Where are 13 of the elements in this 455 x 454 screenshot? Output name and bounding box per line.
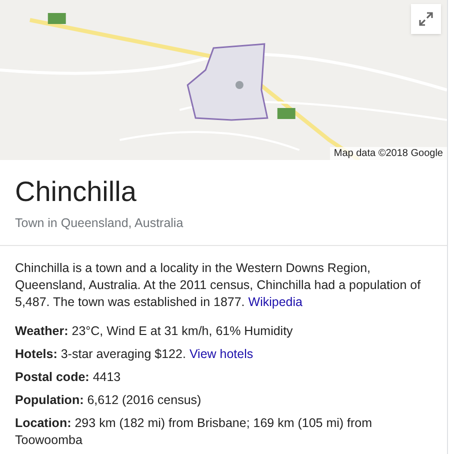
place-subtitle: Town in Queensland, Australia — [15, 215, 184, 232]
description-text: Chinchilla is a town and a locality in the Western Downs Region, Queensland, Australia. At the 2011 census, Chinchilla had a population of 5,487. The town was established in 1877. Wikipedia — [15, 260, 422, 311]
wikipedia-link[interactable]: Wikipedia — [248, 294, 302, 309]
fact-line: Location: 293 km (182 mi) from Brisbane; 169 km (105 mi) from Toowoomba — [15, 414, 374, 449]
expand-icon — [419, 12, 433, 26]
map-attribution: Map data ©2018 Google — [330, 147, 447, 160]
place-title: Chinchilla — [15, 176, 138, 208]
fact-line: Weather: 23°C, Wind E at 31 km/h, 61% Humidity — [15, 322, 294, 340]
fact-line: Hotels: 3-star averaging $122. View hotels — [15, 346, 254, 363]
expand-button[interactable] — [411, 4, 441, 34]
fact-line: Postal code: 4413 — [15, 368, 122, 386]
fact-line: Population: 6,612 (2016 census) — [15, 392, 202, 409]
view-hotels-link[interactable]: View hotels — [189, 346, 254, 361]
